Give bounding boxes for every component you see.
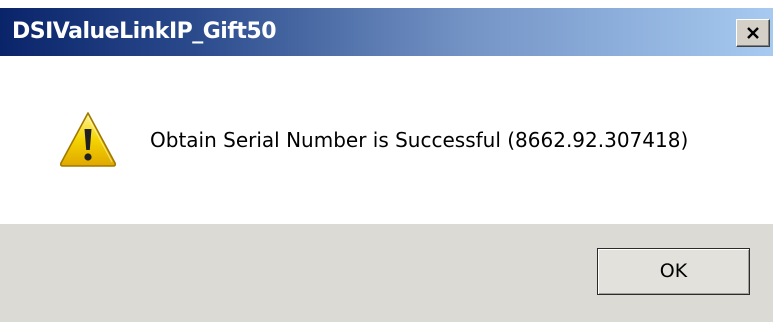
button-bar: OK bbox=[0, 224, 773, 322]
window-title: DSIValueLinkIP_Gift50 bbox=[12, 19, 277, 44]
ok-button[interactable]: OK bbox=[597, 248, 750, 295]
message-dialog: DSIValueLinkIP_Gift50 Obtain Serial Numb… bbox=[0, 0, 773, 322]
warning-icon bbox=[59, 112, 117, 167]
close-button[interactable] bbox=[736, 19, 770, 47]
dialog-content: Obtain Serial Number is Successful (8662… bbox=[0, 56, 773, 224]
close-icon bbox=[747, 27, 759, 39]
message-text: Obtain Serial Number is Successful (8662… bbox=[150, 128, 689, 152]
title-bar[interactable]: DSIValueLinkIP_Gift50 bbox=[0, 8, 773, 56]
